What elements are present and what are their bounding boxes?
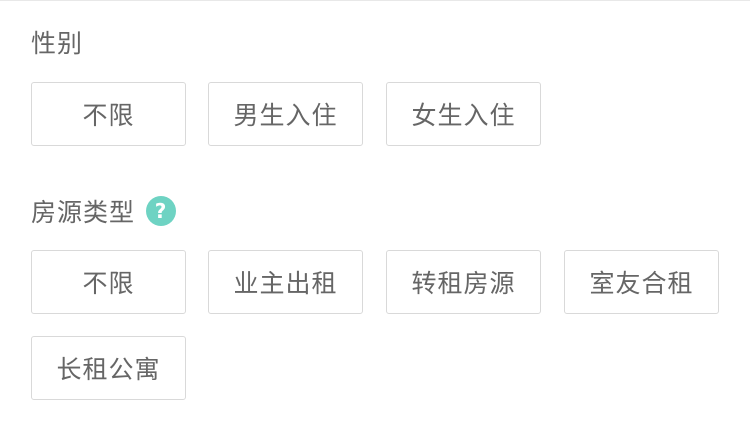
filter-panel: 性别 不限 男生入住 女生入住 房源类型 ? 不限 业主出租 转租房源 室友合租… [0,0,750,428]
housing-option-roommate-share[interactable]: 室友合租 [564,250,719,314]
housing-type-section-title: 房源类型 ? [31,193,177,229]
gender-option-male[interactable]: 男生入住 [208,82,363,146]
gender-option-unlimited[interactable]: 不限 [31,82,186,146]
top-divider [0,0,750,1]
housing-type-title-label: 房源类型 [31,198,136,227]
gender-title-label: 性别 [31,29,84,58]
housing-option-owner-rental[interactable]: 业主出租 [208,250,363,314]
housing-option-unlimited[interactable]: 不限 [31,250,186,314]
gender-option-female[interactable]: 女生入住 [386,82,541,146]
housing-option-sublet[interactable]: 转租房源 [386,250,541,314]
gender-section-title: 性别 [31,24,83,60]
question-mark-icon[interactable]: ? [146,196,177,226]
housing-option-long-term-apartment[interactable]: 长租公寓 [31,336,186,400]
